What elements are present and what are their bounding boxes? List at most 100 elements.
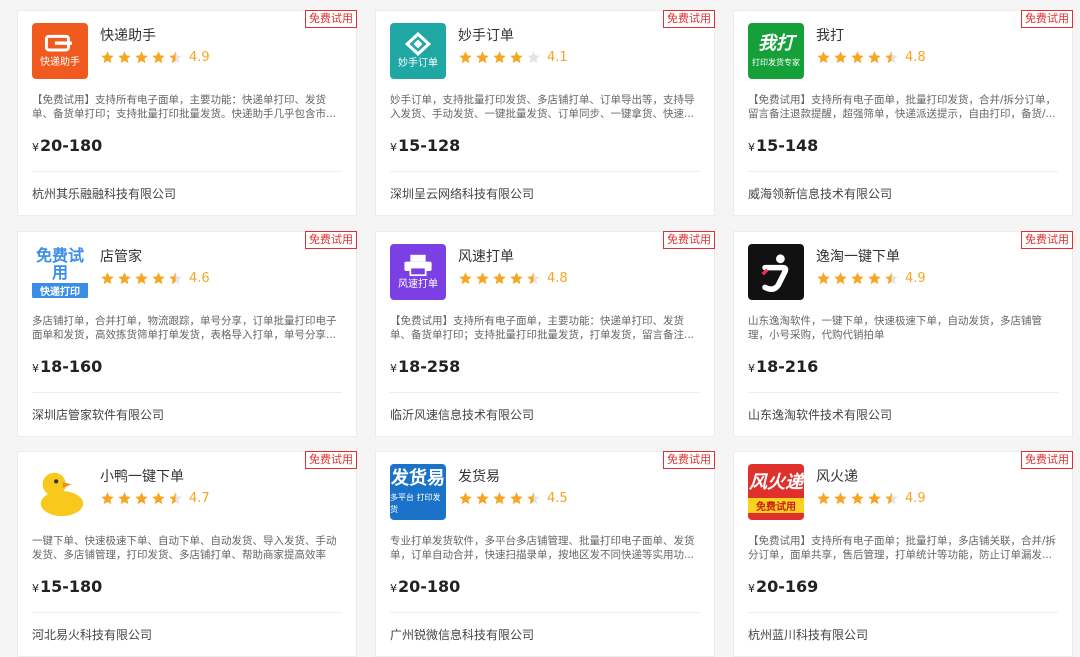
rating-stars: 4.7 [100,490,210,506]
app-logo[interactable] [748,244,804,300]
divider [32,392,342,393]
star-icon [475,50,492,65]
company-name: 山东逸淘软件技术有限公司 [748,408,893,422]
app-name[interactable]: 我打 [816,25,844,45]
price-range: ¥15-148 [748,136,818,155]
star-icon [117,271,134,286]
app-card[interactable]: 免费试用 小鸭一键下单 4.7 一键下单、快速极速下单、自动下单、自动发货、导入… [17,451,357,657]
app-logo[interactable] [32,464,88,520]
star-icon [134,491,151,506]
free-trial-badge[interactable]: 免费试用 [1021,451,1073,469]
app-logo[interactable]: 发货易 多平台 打印发货 [390,464,446,520]
app-logo[interactable]: 妙手订单 [390,23,446,79]
star-icon [833,50,850,65]
company-name: 河北易火科技有限公司 [32,628,153,642]
printer-icon [404,254,432,277]
star-icon [492,271,509,286]
rating-value: 4.9 [905,490,926,506]
free-trial-badge[interactable]: 免费试用 [305,451,357,469]
diamond-logo-icon [404,32,432,56]
rating-stars: 4.9 [100,49,210,65]
logo-text: 我打 [758,33,794,54]
currency-symbol: ¥ [32,141,39,154]
star-icon [884,50,901,65]
star-icon [117,491,134,506]
star-icon [475,271,492,286]
star-icon [151,50,168,65]
rating-value: 4.9 [905,270,926,286]
app-name[interactable]: 快递助手 [100,25,156,45]
currency-symbol: ¥ [748,582,755,595]
star-icon [884,491,901,506]
app-name[interactable]: 妙手订单 [458,25,514,45]
app-logo[interactable]: 风火递 免费试用 [748,464,804,520]
logo-caption: 快递打印 [32,282,88,298]
star-icon [100,50,117,65]
app-card[interactable]: 免费试用 发货易 多平台 打印发货 发货易 4.5 专业打单发货软件，多平台多店铺… [375,451,715,657]
app-name[interactable]: 小鸭一键下单 [100,466,184,486]
app-description: 妙手订单，支持批量打印发货、多店铺打单、订单导出等，支持导入发货、手动发货、一键… [390,94,695,120]
logo-text: 风火递 [749,471,803,493]
currency-symbol: ¥ [390,582,397,595]
app-name[interactable]: 风速打单 [458,246,514,266]
price-value: 20-169 [756,577,819,596]
star-icon [833,491,850,506]
app-logo[interactable]: 快递助手 [32,23,88,79]
price-range: ¥18-258 [390,357,460,376]
app-name[interactable]: 发货易 [458,466,500,486]
star-icon [475,491,492,506]
logo-caption: 妙手订单 [398,58,438,69]
app-card[interactable]: 免费试用 我打 打印发货专家 我打 4.8 【免费试用】支持所有电子面单，批量打印… [733,10,1073,216]
price-value: 20-180 [398,577,461,596]
star-icon [850,491,867,506]
star-icon [526,271,543,286]
star-icon [134,50,151,65]
rating-value: 4.9 [189,49,210,65]
star-icon [816,491,833,506]
app-card[interactable]: 免费试用 风火递 免费试用 风火递 4.9 【免费试用】支持所有电子面单；批量打单… [733,451,1073,657]
rating-stars: 4.5 [458,490,568,506]
free-trial-badge[interactable]: 免费试用 [305,10,357,28]
star-icon [458,50,475,65]
star-icon [100,271,117,286]
app-card[interactable]: 免费试用 风速打单 风速打单 4.8 【免费试用】支持所有电子面单，主要功能：快… [375,231,715,437]
app-card[interactable]: 免费试用 快递助手 快递助手 4.9 【免费试用】支持所有电子面单，主要功能：快… [17,10,357,216]
app-name[interactable]: 店管家 [100,246,142,266]
app-card[interactable]: 免费试用 妙手订单 妙手订单 4.1 妙手订单，支持批量打印发货、多店铺打单、订… [375,10,715,216]
app-logo[interactable]: 我打 打印发货专家 [748,23,804,79]
divider [390,171,700,172]
app-logo[interactable]: 免费试用 快递打印 [32,244,88,300]
free-trial-badge[interactable]: 免费试用 [663,231,715,249]
free-trial-badge[interactable]: 免费试用 [1021,10,1073,28]
currency-symbol: ¥ [390,141,397,154]
logo-caption: 风速打单 [398,279,438,290]
app-logo[interactable]: 风速打单 [390,244,446,300]
star-icon [816,271,833,286]
divider [748,612,1058,613]
rating-stars: 4.9 [816,490,926,506]
free-trial-badge[interactable]: 免费试用 [663,451,715,469]
logo-caption: 免费试用 [748,497,804,513]
star-icon [816,50,833,65]
star-icon [867,50,884,65]
star-icon [168,50,185,65]
rating-value: 4.8 [905,49,926,65]
free-trial-badge[interactable]: 免费试用 [663,10,715,28]
rating-value: 4.5 [547,490,568,506]
free-trial-badge[interactable]: 免费试用 [1021,231,1073,249]
star-icon [867,491,884,506]
company-name: 威海领新信息技术有限公司 [748,187,893,201]
star-icon [492,491,509,506]
chat-box-icon [44,34,72,52]
star-icon [884,271,901,286]
rating-stars: 4.6 [100,270,210,286]
divider [32,612,342,613]
star-icon [151,491,168,506]
divider [748,171,1058,172]
app-card[interactable]: 免费试用 逸淘一键下单 4.9 山东逸淘软件，一键下单，快速极速下单，自动发货，… [733,231,1073,437]
app-description: 【免费试用】支持所有电子面单，主要功能：快递单打印、发货单、备货单打印；支持批量… [390,315,695,341]
app-name[interactable]: 逸淘一键下单 [816,246,900,266]
app-name[interactable]: 风火递 [816,466,858,486]
app-card[interactable]: 免费试用 免费试用 快递打印 店管家 4.6 多店铺打单，合并打单，物流跟踪，单号… [17,231,357,437]
free-trial-badge[interactable]: 免费试用 [305,231,357,249]
